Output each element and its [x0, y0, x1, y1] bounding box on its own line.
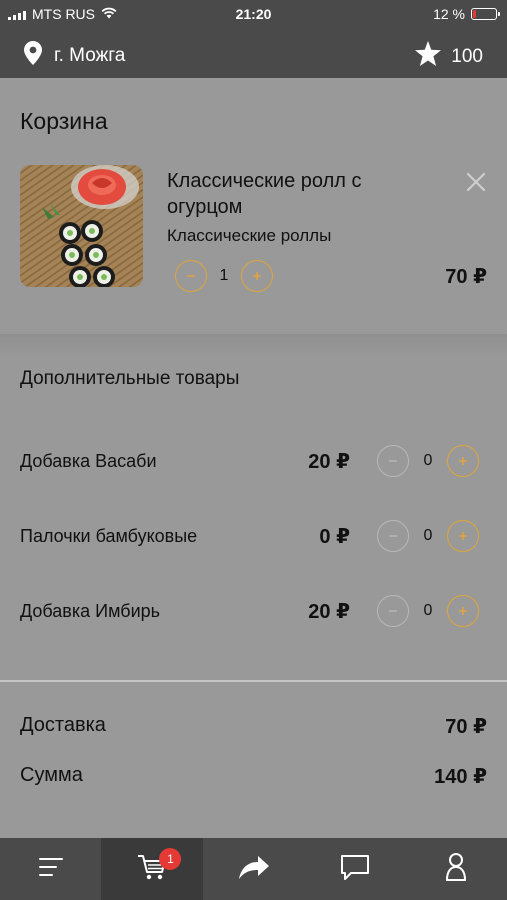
battery-icon — [471, 8, 500, 20]
product-name[interactable]: Классические ролл с огурцом — [167, 168, 397, 220]
city-selector[interactable]: г. Можга — [24, 41, 125, 71]
extra-item: Палочки бамбуковые 0 ₽ 0 — [0, 516, 507, 556]
extra-item: Добавка Имбирь 20 ₽ 0 — [0, 591, 507, 631]
chat-icon — [339, 853, 371, 886]
minus-icon — [387, 452, 399, 470]
totals-section: Доставка 70 ₽ Сумма 140 ₽ — [0, 682, 507, 838]
extra-item-price: 0 ₽ — [319, 526, 350, 548]
sum-value: 140 ₽ — [434, 766, 487, 788]
status-bar: MTS RUS 21:20 12 % — [0, 0, 507, 30]
cart-section: Корзина Классические ролл с огурцом Клас… — [0, 78, 507, 334]
extra-item-price: 20 ₽ — [308, 451, 350, 473]
tab-menu[interactable] — [0, 838, 101, 900]
extra-quantity-stepper: 0 — [377, 595, 479, 627]
tab-chat[interactable] — [304, 838, 405, 900]
cart-badge: 1 — [159, 848, 182, 870]
quantity-value: 0 — [423, 602, 433, 619]
minus-icon — [387, 527, 399, 545]
decrease-button[interactable] — [377, 445, 409, 477]
extra-item-name: Добавка Имбирь — [20, 601, 161, 621]
extra-quantity-stepper: 0 — [377, 520, 479, 552]
city-label: г. Можга — [54, 45, 126, 66]
cart-title: Корзина — [20, 108, 108, 134]
battery-fill — [473, 10, 476, 18]
delivery-value: 70 ₽ — [445, 716, 487, 738]
tab-cart[interactable]: 1 — [101, 838, 203, 900]
location-pin-icon — [24, 41, 42, 71]
bonus-points[interactable]: 100 — [415, 41, 483, 72]
increase-button[interactable] — [447, 520, 479, 552]
status-time: 21:20 — [235, 6, 272, 22]
sum-label: Сумма — [20, 764, 83, 786]
battery-percent: 12 % — [433, 6, 465, 22]
quantity-stepper: 1 — [175, 260, 273, 292]
profile-icon — [445, 852, 467, 887]
delivery-label: Доставка — [20, 714, 106, 736]
product-image — [20, 165, 143, 287]
plus-icon — [457, 452, 469, 470]
quantity-value: 0 — [423, 452, 433, 469]
decrease-button[interactable] — [377, 520, 409, 552]
quantity-value: 1 — [219, 267, 229, 284]
extra-item-name: Добавка Васаби — [20, 451, 157, 471]
star-icon — [415, 41, 442, 72]
extras-section: Дополнительные товары Добавка Васаби 20 … — [0, 334, 507, 680]
plus-icon — [251, 267, 263, 285]
delivery-row: Доставка 70 ₽ — [20, 714, 487, 744]
extra-item-name: Палочки бамбуковые — [20, 526, 198, 546]
plus-icon — [457, 527, 469, 545]
minus-icon — [185, 267, 197, 285]
tab-bar: 1 — [0, 838, 507, 900]
decrease-button[interactable] — [175, 260, 207, 292]
extra-item: Добавка Васаби 20 ₽ 0 — [0, 441, 507, 481]
minus-icon — [387, 602, 399, 620]
extras-title: Дополнительные товары — [20, 368, 240, 389]
status-right: 12 % — [433, 6, 500, 22]
decrease-button[interactable] — [377, 595, 409, 627]
product-category: Классические роллы — [167, 226, 332, 245]
product-price: 70 ₽ — [445, 266, 487, 288]
extra-quantity-stepper: 0 — [377, 445, 479, 477]
tab-share[interactable] — [203, 838, 304, 900]
app-header: г. Можга 100 — [0, 30, 507, 78]
extra-item-price: 20 ₽ — [308, 601, 350, 623]
tab-profile[interactable] — [406, 838, 507, 900]
increase-button[interactable] — [447, 445, 479, 477]
sum-row: Сумма 140 ₽ — [20, 764, 487, 794]
menu-icon — [37, 856, 65, 883]
increase-button[interactable] — [447, 595, 479, 627]
plus-icon — [457, 602, 469, 620]
close-icon[interactable] — [462, 168, 490, 196]
quantity-value: 0 — [423, 527, 433, 544]
share-icon — [238, 854, 270, 885]
points-value: 100 — [451, 45, 483, 67]
increase-button[interactable] — [241, 260, 273, 292]
